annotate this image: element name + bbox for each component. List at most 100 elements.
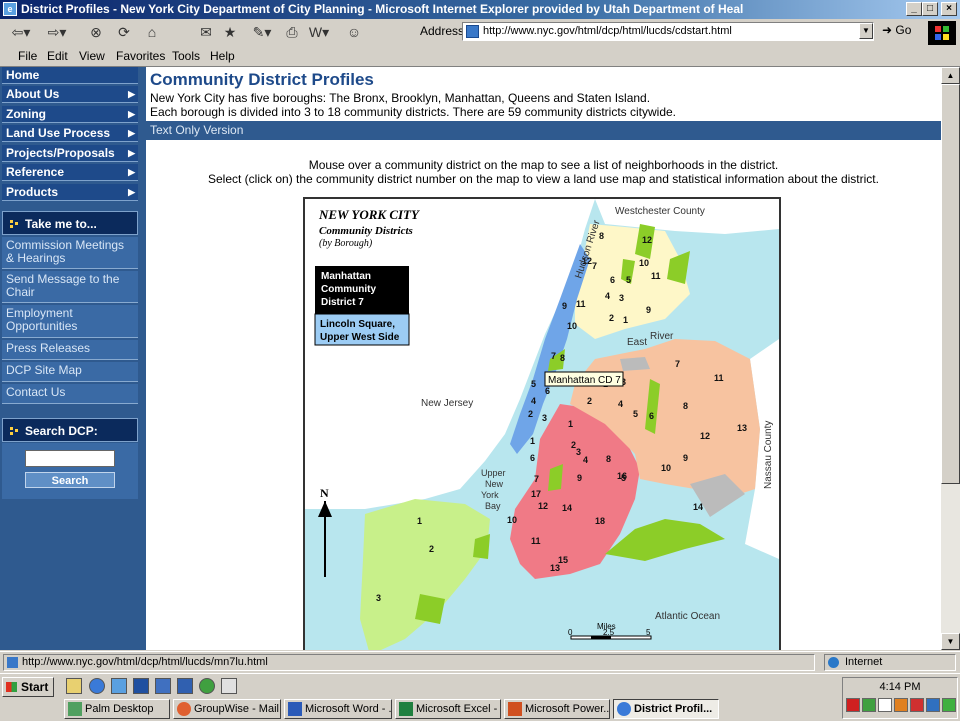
task-excel[interactable]: Microsoft Excel - ... xyxy=(395,699,501,719)
tray-volume-icon[interactable] xyxy=(878,698,892,712)
district-number-staten-island[interactable]: 1 xyxy=(417,516,422,526)
nav-zoning[interactable]: Zoning ▶ xyxy=(2,106,138,123)
district-number-staten-island[interactable]: 2 xyxy=(429,544,434,554)
district-number-queens[interactable]: 2 xyxy=(587,396,592,406)
district-number-bronx[interactable]: 6 xyxy=(610,275,615,285)
scroll-up-icon[interactable]: ▲ xyxy=(941,67,960,84)
minimize-button[interactable]: _ xyxy=(906,2,922,16)
district-number-manhattan[interactable]: 2 xyxy=(528,409,533,419)
task-word[interactable]: Microsoft Word - ... xyxy=(284,699,392,719)
tray-status-icon[interactable] xyxy=(942,698,956,712)
print-icon[interactable]: ⎙ xyxy=(282,22,302,42)
district-number-queens[interactable]: 13 xyxy=(737,423,747,433)
quicklaunch-ie-icon[interactable] xyxy=(89,678,105,694)
district-number-manhattan[interactable]: 5 xyxy=(531,379,536,389)
quicklaunch-x-icon[interactable] xyxy=(177,678,193,694)
back-arrow-icon[interactable]: ⇦▾ xyxy=(6,22,36,42)
nav-reference[interactable]: Reference ▶ xyxy=(2,164,138,181)
forward-arrow-icon[interactable]: ⇨▾ xyxy=(42,22,72,42)
district-number-brooklyn[interactable]: 4 xyxy=(583,455,588,465)
district-number-brooklyn[interactable]: 2 xyxy=(571,440,576,450)
link-site-map[interactable]: DCP Site Map xyxy=(2,362,138,382)
address-input[interactable]: http://www.nyc.gov/html/dcp/html/lucds/c… xyxy=(462,22,874,41)
district-number-brooklyn[interactable]: 6 xyxy=(530,453,535,463)
district-number-brooklyn[interactable]: 9 xyxy=(577,473,582,483)
district-number-brooklyn[interactable]: 10 xyxy=(507,515,517,525)
quicklaunch-outlook-icon[interactable] xyxy=(111,678,127,694)
nav-about-us[interactable]: About Us ▶ xyxy=(2,86,138,103)
tray-shield-icon[interactable] xyxy=(862,698,876,712)
quicklaunch-app-icon[interactable] xyxy=(155,678,171,694)
address-dropdown-icon[interactable]: ▼ xyxy=(859,23,873,39)
district-number-queens[interactable]: 12 xyxy=(700,431,710,441)
search-input[interactable] xyxy=(25,450,115,467)
district-number-manhattan[interactable]: 4 xyxy=(531,396,536,406)
district-number-queens[interactable]: 11 xyxy=(714,373,724,383)
menu-help[interactable]: Help xyxy=(210,49,235,63)
district-number-manhattan[interactable]: 9 xyxy=(562,301,567,311)
district-number-bronx[interactable]: 5 xyxy=(626,275,631,285)
district-number-manhattan[interactable]: 6 xyxy=(545,386,550,396)
district-number-queens[interactable]: 7 xyxy=(675,359,680,369)
district-number-bronx[interactable]: 10 xyxy=(639,258,649,268)
search-button[interactable]: Search xyxy=(25,472,115,488)
menu-tools[interactable]: Tools xyxy=(172,49,200,63)
window-title-bar[interactable]: e District Profiles - New York City Depa… xyxy=(0,0,960,19)
district-number-manhattan[interactable]: 8 xyxy=(560,353,565,363)
task-powerpoint[interactable]: Microsoft Power... xyxy=(504,699,610,719)
district-number-brooklyn[interactable]: 17 xyxy=(531,489,541,499)
district-number-manhattan[interactable]: 3 xyxy=(542,413,547,423)
district-number-bronx[interactable]: 9 xyxy=(646,305,651,315)
community-district-map[interactable]: 8127561110432911211910786542317111324856… xyxy=(303,197,781,650)
district-number-queens[interactable]: 10 xyxy=(661,463,671,473)
quicklaunch-desktop-icon[interactable] xyxy=(133,678,149,694)
district-number-brooklyn[interactable]: 14 xyxy=(562,503,572,513)
district-number-queens[interactable]: 4 xyxy=(618,399,623,409)
district-number-queens[interactable]: 8 xyxy=(683,401,688,411)
search-icon[interactable]: ✉ xyxy=(196,22,216,42)
district-number-bronx[interactable]: 3 xyxy=(619,293,624,303)
district-number-staten-island[interactable]: 3 xyxy=(376,593,381,603)
district-number-bronx[interactable]: 11 xyxy=(651,271,661,281)
nav-projects-proposals[interactable]: Projects/Proposals ▶ xyxy=(2,145,138,162)
district-number-brooklyn[interactable]: 3 xyxy=(576,447,581,457)
district-number-bronx[interactable]: 2 xyxy=(609,313,614,323)
district-number-manhattan[interactable]: 7 xyxy=(551,351,556,361)
menu-file[interactable]: File xyxy=(18,49,37,63)
district-number-manhattan[interactable]: 11 xyxy=(576,299,586,309)
stop-icon[interactable]: ⊗ xyxy=(86,22,106,42)
go-button[interactable]: ➜ Go xyxy=(882,23,911,37)
district-number-manhattan[interactable]: 1 xyxy=(530,436,535,446)
district-number-brooklyn[interactable]: 13 xyxy=(550,563,560,573)
tray-n-icon[interactable] xyxy=(846,698,860,712)
district-number-brooklyn[interactable]: 8 xyxy=(606,454,611,464)
district-number-queens[interactable]: 5 xyxy=(633,409,638,419)
link-contact-us[interactable]: Contact Us xyxy=(2,384,138,404)
mail-icon[interactable]: ✎▾ xyxy=(250,22,274,42)
menu-view[interactable]: View xyxy=(79,49,105,63)
vertical-scrollbar[interactable]: ▲ ▼ xyxy=(941,67,960,650)
edit-word-icon[interactable]: W▾ xyxy=(306,22,332,42)
task-palm-desktop[interactable]: Palm Desktop xyxy=(64,699,170,719)
district-number-bronx[interactable]: 1 xyxy=(623,315,628,325)
tray-alert-icon[interactable] xyxy=(910,698,924,712)
district-number-queens[interactable]: 9 xyxy=(683,453,688,463)
tray-app-icon[interactable] xyxy=(894,698,908,712)
task-groupwise[interactable]: GroupWise - Mail... xyxy=(173,699,281,719)
clock[interactable]: 4:14 PM xyxy=(843,681,957,693)
text-only-link[interactable]: Text Only Version xyxy=(146,121,941,140)
district-number-brooklyn[interactable]: 1 xyxy=(568,419,573,429)
quicklaunch-mail-icon[interactable] xyxy=(221,678,237,694)
nav-products[interactable]: Products ▶ xyxy=(2,184,138,201)
close-button[interactable]: × xyxy=(941,2,957,16)
home-icon[interactable]: ⌂ xyxy=(142,22,162,42)
district-number-brooklyn[interactable]: 18 xyxy=(595,516,605,526)
menu-favorites[interactable]: Favorites xyxy=(116,49,165,63)
district-number-bronx[interactable]: 4 xyxy=(605,291,610,301)
refresh-icon[interactable]: ⟳ xyxy=(114,22,134,42)
quicklaunch-pencil-icon[interactable] xyxy=(66,678,82,694)
link-employment[interactable]: Employment Opportunities xyxy=(2,305,138,338)
district-number-queens[interactable]: 14 xyxy=(693,502,703,512)
task-district-profiles[interactable]: District Profil... xyxy=(613,699,719,719)
district-number-bronx[interactable]: 7 xyxy=(592,261,597,271)
